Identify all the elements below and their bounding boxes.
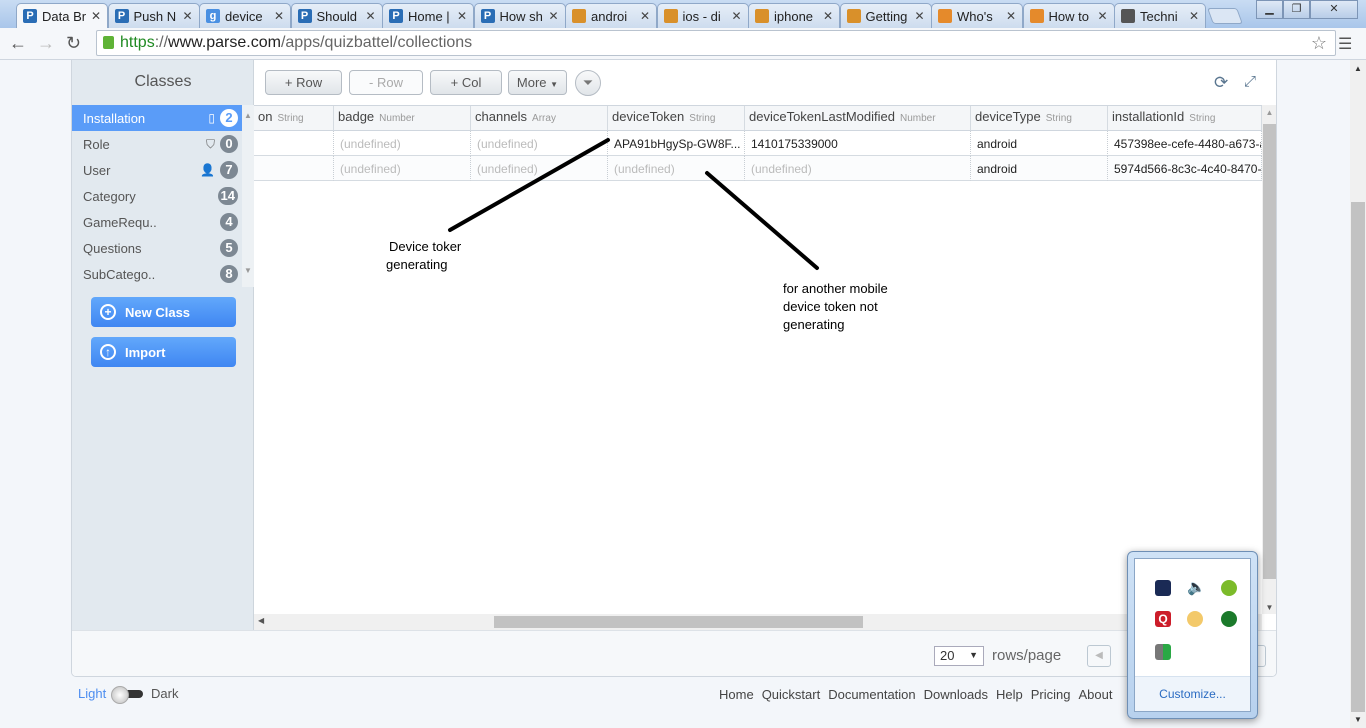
tab-title: Push N <box>133 8 177 24</box>
footer-link[interactable]: Documentation <box>828 687 915 702</box>
browser-tab[interactable]: Techni ✕ <box>1114 3 1206 28</box>
q-app-icon[interactable]: Q <box>1155 611 1171 627</box>
browser-tab[interactable]: P Should ✕ <box>290 3 383 28</box>
annotation-line-2 <box>705 171 819 270</box>
close-tab-icon[interactable]: ✕ <box>365 9 375 23</box>
safely-remove-hardware-icon[interactable] <box>1155 644 1171 660</box>
customize-link[interactable]: Customize... <box>1135 676 1250 711</box>
close-tab-icon[interactable]: ✕ <box>1097 9 1107 23</box>
tab-title: How sh <box>499 8 543 24</box>
close-tab-icon[interactable]: ✕ <box>274 9 284 23</box>
annotation-line-1 <box>448 138 610 232</box>
parse-icon: P <box>389 9 403 23</box>
clock-app-icon[interactable] <box>1187 611 1203 627</box>
annotation-line: generating <box>783 317 845 332</box>
browser-tab[interactable]: P Push N ✕ <box>107 3 200 28</box>
browser-tab[interactable]: iphone ✕ <box>748 3 840 28</box>
tab-title: Who's <box>957 8 993 24</box>
annotation-token-generating: Device toker generating <box>386 238 461 274</box>
close-tab-icon[interactable]: ✕ <box>914 9 924 23</box>
footer-link[interactable]: Help <box>996 687 1023 702</box>
network-monitor-icon[interactable] <box>1155 580 1171 596</box>
close-tab-icon[interactable]: ✕ <box>548 9 558 23</box>
tab-title: Data Br <box>42 8 87 24</box>
parse-icon: P <box>480 9 495 23</box>
browser-tab[interactable]: P Data Br ✕ <box>16 3 108 28</box>
tab-title: Should <box>316 8 357 24</box>
browser-tab[interactable]: How to ✕ <box>1022 3 1115 28</box>
stackoverflow-icon <box>846 9 861 23</box>
browser-tab[interactable]: P How sh ✕ <box>473 3 566 28</box>
tab-title: Techni <box>1140 8 1178 24</box>
parse-icon: P <box>114 9 129 23</box>
tab-title: How to <box>1048 8 1089 24</box>
close-tab-icon[interactable]: ✕ <box>182 9 192 23</box>
close-tab-icon[interactable]: ✕ <box>731 9 741 23</box>
theme-dark-label[interactable]: Dark <box>151 686 178 701</box>
green-app-icon[interactable] <box>1221 611 1237 627</box>
browser-tab[interactable]: ios - di ✕ <box>656 3 749 28</box>
apple-icon <box>1121 9 1135 23</box>
footer-link[interactable]: About <box>1078 687 1112 702</box>
volume-icon[interactable]: 🔈 <box>1187 580 1206 596</box>
google-icon: g <box>206 9 220 23</box>
close-tab-icon[interactable]: ✕ <box>640 9 650 23</box>
theme-toggle[interactable] <box>111 686 145 704</box>
green-check-icon[interactable] <box>1221 580 1237 596</box>
close-tab-icon[interactable]: ✕ <box>91 9 101 23</box>
footer-link[interactable]: Pricing <box>1031 687 1071 702</box>
browser-tab[interactable]: Who's ✕ <box>931 3 1023 28</box>
system-tray-overflow: 🔈 Q Customize... <box>1127 551 1258 719</box>
parse-icon: P <box>23 9 37 23</box>
close-tab-icon[interactable]: ✕ <box>457 9 467 23</box>
close-tab-icon[interactable]: ✕ <box>1189 9 1199 23</box>
browser-tab[interactable]: androi ✕ <box>565 3 657 28</box>
browser-tab[interactable]: P Home | ✕ <box>382 3 474 28</box>
page-scrollbar[interactable]: ▲ ▼ <box>1350 60 1366 728</box>
chat-bubble-icon <box>938 9 952 23</box>
tab-title: ios - di <box>682 8 721 24</box>
stackoverflow-icon <box>663 9 678 23</box>
close-tab-icon[interactable]: ✕ <box>1006 9 1016 23</box>
annotation-line: Device toker <box>389 239 462 254</box>
tab-title: device <box>225 8 263 24</box>
tab-title: androi <box>591 8 628 24</box>
parse-icon: P <box>297 9 312 23</box>
annotation-line: generating <box>386 257 448 272</box>
tab-title: iphone <box>774 8 814 24</box>
tab-title: Getting <box>865 8 908 24</box>
theme-light-label[interactable]: Light <box>78 686 106 701</box>
stackoverflow-icon <box>572 9 586 23</box>
footer-link[interactable]: Downloads <box>924 687 988 702</box>
footer-link[interactable]: Home <box>719 687 754 702</box>
chat-bubble-icon <box>1029 9 1044 23</box>
browser-tab[interactable]: Getting ✕ <box>839 3 932 28</box>
tab-title: Home | <box>408 8 450 24</box>
browser-tab[interactable]: g device ✕ <box>199 3 291 28</box>
annotation-token-not-generating: for another mobile device token not genera… <box>783 280 888 334</box>
annotation-line: device token not <box>783 299 878 314</box>
stackoverflow-icon <box>755 9 769 23</box>
close-tab-icon[interactable]: ✕ <box>823 9 833 23</box>
annotation-line: for another mobile <box>783 281 888 296</box>
footer-link[interactable]: Quickstart <box>762 687 821 702</box>
